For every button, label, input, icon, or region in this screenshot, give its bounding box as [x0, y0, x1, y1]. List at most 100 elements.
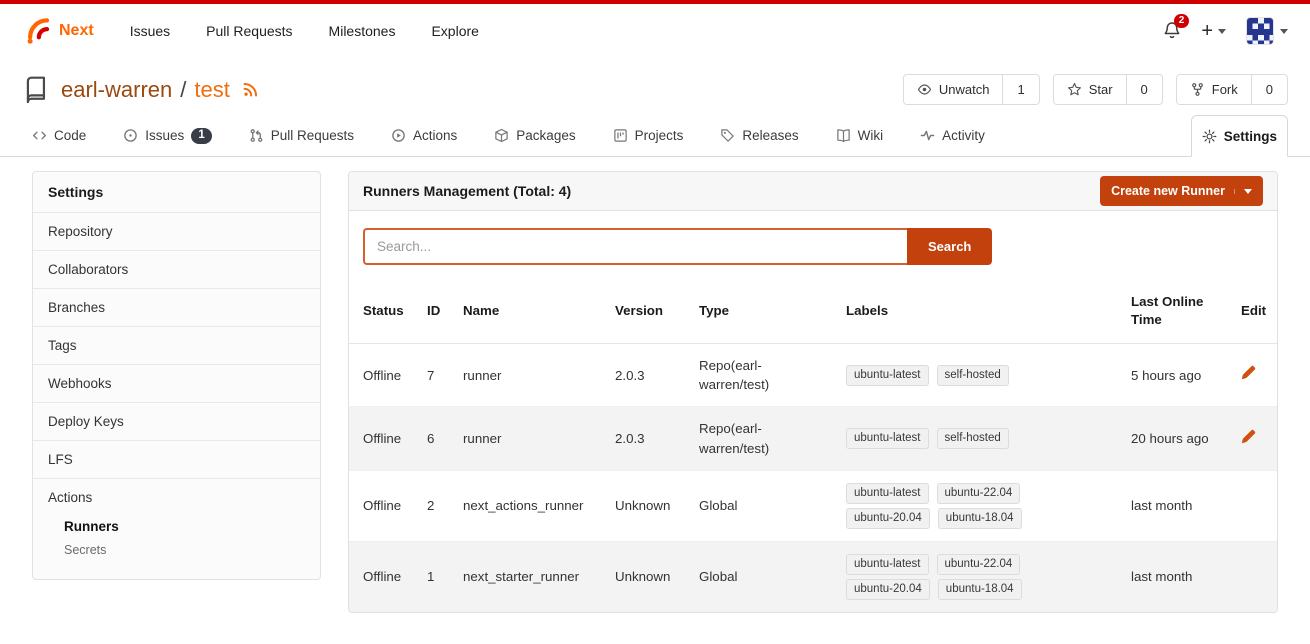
repository-icon — [22, 76, 49, 103]
label-badge: self-hosted — [937, 365, 1009, 386]
tab-settings-label: Settings — [1224, 129, 1277, 144]
nav-explore-link[interactable]: Explore — [431, 23, 478, 39]
edit-runner-button[interactable] — [1241, 429, 1256, 444]
unwatch-button[interactable]: Unwatch — [904, 75, 1003, 104]
runner-type: Global — [699, 567, 821, 586]
tab-actions[interactable]: Actions — [381, 115, 467, 156]
create-new-runner-button[interactable]: Create new Runner — [1100, 176, 1263, 206]
col-id: ID — [427, 279, 463, 343]
tab-issues-label: Issues — [145, 128, 184, 143]
sidebar-item-collaborators[interactable]: Collaborators — [33, 251, 320, 289]
runner-status: Offline — [349, 470, 427, 541]
runner-version: 2.0.3 — [615, 343, 699, 407]
col-type: Type — [699, 279, 846, 343]
sidebar-item-secrets[interactable]: Secrets — [33, 539, 320, 561]
sidebar-title: Settings — [33, 172, 320, 213]
star-button[interactable]: Star — [1054, 75, 1126, 104]
runner-type: Global — [699, 496, 821, 515]
sidebar-item-deploy-keys[interactable]: Deploy Keys — [33, 403, 320, 441]
fork-label: Fork — [1212, 82, 1238, 97]
col-last-online-time: Last Online Time — [1131, 279, 1241, 343]
sidebar-item-lfs[interactable]: LFS — [33, 441, 320, 479]
plus-icon: + — [1201, 21, 1213, 41]
runner-last-online: last month — [1131, 470, 1241, 541]
repo-name-link[interactable]: test — [194, 77, 229, 103]
table-row: Offline 6 runner 2.0.3 Repo(earl-warren/… — [349, 407, 1277, 471]
fork-button[interactable]: Fork — [1177, 75, 1251, 104]
label-badge: ubuntu-latest — [846, 365, 929, 386]
label-badge: ubuntu-latest — [846, 483, 929, 504]
watchers-count[interactable]: 1 — [1002, 75, 1038, 104]
search-button[interactable]: Search — [907, 228, 992, 265]
caret-down-icon — [1244, 189, 1252, 194]
col-status: Status — [349, 279, 427, 343]
col-name: Name — [463, 279, 615, 343]
create-new-menu-button[interactable]: + — [1201, 21, 1226, 41]
navbar-links: Issues Pull Requests Milestones Explore — [94, 23, 479, 39]
navbar-right: 2 + — [1163, 17, 1288, 45]
user-menu-button[interactable] — [1246, 17, 1288, 45]
repo-title: earl-warren / test — [61, 77, 259, 103]
sidebar-item-tags[interactable]: Tags — [33, 327, 320, 365]
fork-button-group: Fork 0 — [1176, 74, 1288, 105]
tab-projects-label: Projects — [635, 128, 684, 143]
tab-wiki-label: Wiki — [858, 128, 884, 143]
sidebar-item-webhooks[interactable]: Webhooks — [33, 365, 320, 403]
runner-last-online: last month — [1131, 541, 1241, 611]
package-icon — [494, 128, 509, 143]
sidebar-item-branches[interactable]: Branches — [33, 289, 320, 327]
tab-settings[interactable]: Settings — [1191, 115, 1288, 157]
label-badge: ubuntu-18.04 — [938, 508, 1022, 529]
tab-issues[interactable]: Issues 1 — [113, 115, 221, 156]
tab-code[interactable]: Code — [22, 115, 96, 156]
eye-icon — [917, 82, 932, 97]
page-title: Runners Management (Total: 4) — [363, 183, 571, 199]
runner-type: Repo(earl-warren/test) — [699, 356, 821, 395]
label-badge: ubuntu-latest — [846, 554, 929, 575]
notification-count-badge: 2 — [1174, 14, 1190, 28]
runner-name: next_starter_runner — [463, 541, 615, 611]
tab-packages[interactable]: Packages — [484, 115, 585, 156]
tab-projects[interactable]: Projects — [603, 115, 694, 156]
tab-pull-requests[interactable]: Pull Requests — [239, 115, 364, 156]
label-badge: ubuntu-20.04 — [846, 579, 930, 600]
home-logo-link[interactable]: Next — [22, 16, 94, 46]
settings-content: Settings Repository Collaborators Branch… — [0, 157, 1310, 613]
runner-labels: ubuntu-latest ubuntu-22.04 ubuntu-20.04 … — [846, 554, 1061, 600]
pulse-icon — [920, 128, 935, 143]
runner-id: 1 — [427, 541, 463, 611]
sidebar-group-actions: Actions Runners Secrets — [33, 479, 320, 579]
sidebar-item-runners[interactable]: Runners — [33, 514, 320, 539]
sidebar-item-repository[interactable]: Repository — [33, 213, 320, 251]
stars-count[interactable]: 0 — [1126, 75, 1162, 104]
brand-name[interactable]: Next — [59, 22, 94, 40]
nav-milestones-link[interactable]: Milestones — [329, 23, 396, 39]
tab-activity-label: Activity — [942, 128, 985, 143]
tab-releases[interactable]: Releases — [710, 115, 808, 156]
label-badge: ubuntu-22.04 — [937, 483, 1021, 504]
nav-issues-link[interactable]: Issues — [130, 23, 170, 39]
nav-pull-requests-link[interactable]: Pull Requests — [206, 23, 292, 39]
col-version: Version — [615, 279, 699, 343]
notifications-button[interactable]: 2 — [1163, 21, 1181, 42]
avatar — [1246, 17, 1274, 45]
runner-status: Offline — [349, 407, 427, 471]
search-input[interactable] — [363, 228, 907, 265]
tab-wiki[interactable]: Wiki — [826, 115, 894, 156]
create-new-runner-label: Create new Runner — [1111, 184, 1225, 198]
play-circle-icon — [391, 128, 406, 143]
forks-count[interactable]: 0 — [1251, 75, 1287, 104]
runner-status: Offline — [349, 541, 427, 611]
rss-feed-icon[interactable] — [242, 81, 259, 98]
forgejo-logo-icon — [22, 16, 52, 46]
runner-last-online: 20 hours ago — [1131, 407, 1241, 471]
settings-sidebar: Settings Repository Collaborators Branch… — [32, 171, 321, 580]
repo-owner-link[interactable]: earl-warren — [61, 77, 172, 103]
sidebar-item-actions[interactable]: Actions — [33, 490, 320, 514]
edit-runner-button[interactable] — [1241, 365, 1256, 380]
tab-activity[interactable]: Activity — [910, 115, 995, 156]
runner-name: runner — [463, 407, 615, 471]
code-icon — [32, 128, 47, 143]
repo-tabs: Code Issues 1 Pull Requests Actions — [0, 115, 1310, 157]
tab-packages-label: Packages — [516, 128, 575, 143]
